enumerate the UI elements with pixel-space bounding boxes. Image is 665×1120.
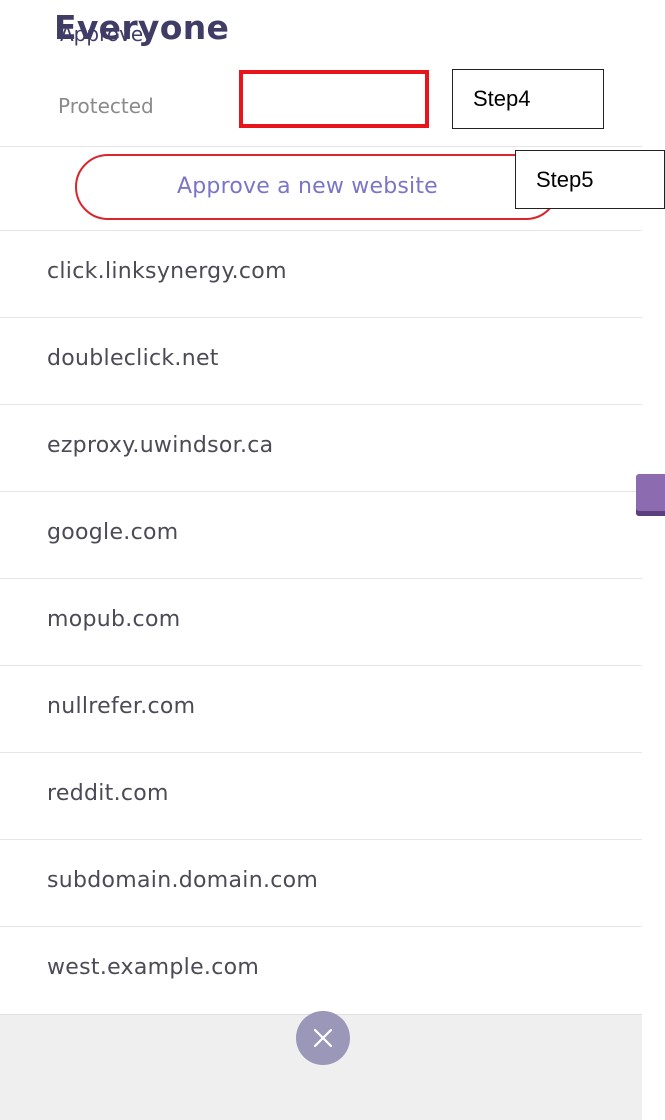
list-item[interactable]: click.linksynergy.com <box>0 230 642 317</box>
approve-new-website-label: Approve a new website <box>177 174 438 199</box>
tab-protected[interactable]: Protected <box>58 94 154 118</box>
tab-approve-label: Approve <box>60 22 144 46</box>
list-item[interactable]: reddit.com <box>0 752 642 839</box>
list-item[interactable]: west.example.com <box>0 926 642 1013</box>
list-item[interactable]: doubleclick.net <box>0 317 642 404</box>
step4-callout: Step4 <box>452 69 604 129</box>
website-domain: google.com <box>47 520 179 545</box>
list-item[interactable]: subdomain.domain.com <box>0 839 642 926</box>
website-domain: click.linksynergy.com <box>47 259 287 284</box>
website-domain: ezproxy.uwindsor.ca <box>47 433 274 458</box>
list-item[interactable]: mopub.com <box>0 578 642 665</box>
list-item[interactable]: nullrefer.com <box>0 665 642 752</box>
website-domain: nullrefer.com <box>47 694 196 719</box>
website-domain: mopub.com <box>47 607 181 632</box>
close-icon <box>313 1028 333 1048</box>
step4-highlight-box <box>239 70 429 128</box>
list-item[interactable]: ezproxy.uwindsor.ca <box>0 404 642 491</box>
step5-callout: Step5 <box>515 150 665 209</box>
website-domain: reddit.com <box>47 781 169 806</box>
close-button[interactable] <box>296 1011 350 1065</box>
website-domain: west.example.com <box>47 955 260 980</box>
side-panel-handle[interactable] <box>636 474 665 516</box>
website-domain: doubleclick.net <box>47 346 219 371</box>
approve-new-website-button[interactable]: Approve a new website <box>75 154 559 220</box>
approved-websites-list: click.linksynergy.com doubleclick.net ez… <box>0 230 642 1013</box>
header-divider <box>0 146 642 147</box>
website-domain: subdomain.domain.com <box>47 868 319 893</box>
list-item[interactable]: google.com <box>0 491 642 578</box>
